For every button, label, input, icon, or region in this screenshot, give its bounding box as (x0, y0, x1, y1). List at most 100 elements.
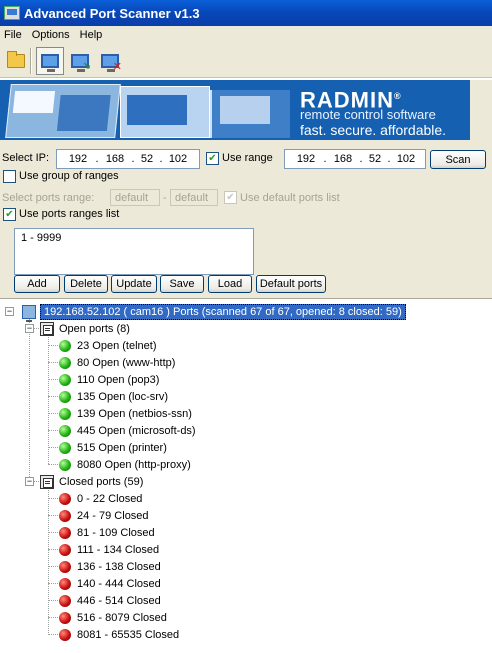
open-port-label: 445 Open (microsoft-ds) (77, 424, 196, 437)
use-ports-list-checkbox[interactable]: ✔ (3, 208, 16, 221)
open-status-icon (59, 339, 71, 352)
results-tree[interactable]: − 192.168.52.102 ( cam16 ) Ports (scanne… (0, 298, 492, 653)
closed-port-label: 516 - 8079 Closed (77, 611, 167, 624)
closed-port-row[interactable]: 8081 - 65535 Closed (59, 626, 179, 643)
closed-status-icon (59, 526, 71, 539)
list-item[interactable]: 1 - 9999 (15, 229, 253, 244)
closed-group-label: Closed ports (59) (59, 475, 144, 488)
closed-group-collapse-toggle[interactable]: − (25, 477, 34, 486)
open-ports-group[interactable]: Open ports (8) (40, 320, 130, 337)
window-title: Advanced Port Scanner v1.3 (24, 5, 200, 21)
use-range-label: Use range (222, 152, 273, 164)
closed-port-row[interactable]: 0 - 22 Closed (59, 490, 142, 507)
use-default-ports-label: Use default ports list (240, 192, 340, 204)
closed-status-icon (59, 594, 71, 607)
closed-port-row[interactable]: 140 - 444 Closed (59, 575, 161, 592)
closed-port-label: 81 - 109 Closed (77, 526, 155, 539)
start-ip-input[interactable]: 192. 168. 52. 102 (56, 149, 200, 169)
tree-line (48, 490, 49, 635)
host-label: 192.168.52.102 ( cam16 ) Ports (scanned … (40, 303, 406, 320)
open-port-label: 23 Open (telnet) (77, 339, 157, 352)
menu-bar: File Options Help (0, 26, 492, 44)
closed-port-row[interactable]: 446 - 514 Closed (59, 592, 161, 609)
select-ip-label: Select IP: (2, 152, 50, 164)
host-node[interactable]: 192.168.52.102 ( cam16 ) Ports (scanned … (22, 303, 406, 322)
delete-button[interactable]: Delete (64, 275, 108, 293)
closed-status-icon (59, 577, 71, 590)
banner-margin (470, 80, 492, 140)
closed-port-row[interactable]: 24 - 79 Closed (59, 507, 149, 524)
open-port-row[interactable]: 23 Open (telnet) (59, 337, 157, 354)
end-ip-input[interactable]: 192. 168. 52. 102 (284, 149, 426, 169)
tree-line (48, 362, 58, 363)
menu-file[interactable]: File (0, 29, 28, 41)
tree-line (48, 566, 58, 567)
closed-port-row[interactable]: 516 - 8079 Closed (59, 609, 167, 626)
open-port-row[interactable]: 8080 Open (http-proxy) (59, 456, 191, 473)
banner-tagline: remote control software (300, 107, 436, 122)
tree-line (48, 515, 58, 516)
tree-line (48, 583, 58, 584)
port-from-input[interactable]: default (110, 189, 160, 206)
open-port-row[interactable]: 110 Open (pop3) (59, 371, 159, 388)
banner-slogan: fast. secure. affordable. (300, 122, 447, 138)
scan-button[interactable]: Scan (430, 150, 486, 169)
menu-options[interactable]: Options (28, 29, 76, 41)
save-button[interactable]: Save (160, 275, 204, 293)
open-port-row[interactable]: 80 Open (www-http) (59, 354, 175, 371)
closed-port-label: 446 - 514 Closed (77, 594, 161, 607)
open-port-row[interactable]: 139 Open (netbios-ssn) (59, 405, 192, 422)
update-button[interactable]: Update (111, 275, 157, 293)
closed-port-row[interactable]: 136 - 138 Closed (59, 558, 161, 575)
stop-scan-button[interactable]: ✕ (96, 47, 124, 75)
radmin-banner[interactable]: RADMIN® remote control software fast. se… (0, 80, 470, 140)
scan-network-button[interactable]: ↘ (66, 47, 94, 75)
use-default-ports-checkbox[interactable]: ✔ (224, 191, 237, 204)
menu-help[interactable]: Help (76, 29, 109, 41)
ports-ranges-list[interactable]: 1 - 9999 (14, 228, 254, 275)
add-button[interactable]: Add (14, 275, 60, 293)
open-port-row[interactable]: 135 Open (loc-srv) (59, 388, 168, 405)
open-group-collapse-toggle[interactable]: − (25, 324, 34, 333)
use-group-label: Use group of ranges (19, 170, 119, 182)
tree-line (29, 319, 30, 481)
open-status-icon (59, 407, 71, 420)
banner-screenshot-image (5, 84, 121, 138)
closed-status-icon (59, 560, 71, 573)
use-group-checkbox[interactable] (3, 170, 16, 183)
toolbar: ↘ ✕ (0, 44, 492, 78)
open-port-row[interactable]: 515 Open (printer) (59, 439, 167, 456)
default-ports-button[interactable]: Default ports (256, 275, 326, 293)
open-status-icon (59, 441, 71, 454)
open-port-label: 8080 Open (http-proxy) (77, 458, 191, 471)
closed-port-row[interactable]: 111 - 134 Closed (59, 541, 159, 558)
closed-ports-group[interactable]: Closed ports (59) (40, 473, 143, 490)
closed-port-label: 136 - 138 Closed (77, 560, 161, 573)
closed-port-label: 0 - 22 Closed (77, 492, 143, 505)
load-button[interactable]: Load (208, 275, 252, 293)
open-port-label: 80 Open (www-http) (77, 356, 176, 369)
tree-line (48, 549, 58, 550)
closed-port-label: 24 - 79 Closed (77, 509, 149, 522)
closed-port-label: 111 - 134 Closed (77, 543, 160, 556)
port-group-icon (40, 474, 54, 489)
closed-port-label: 140 - 444 Closed (77, 577, 161, 590)
open-port-row[interactable]: 445 Open (microsoft-ds) (59, 422, 196, 439)
app-icon (4, 6, 20, 20)
port-to-input[interactable]: default (170, 189, 218, 206)
arrow-icon: ↘ (82, 61, 91, 72)
ports-range-label: Select ports range: (2, 192, 95, 204)
open-button[interactable] (2, 47, 30, 75)
host-collapse-toggle[interactable]: − (5, 307, 14, 316)
use-range-checkbox[interactable]: ✔ (206, 152, 219, 165)
tree-line (48, 379, 58, 380)
closed-status-icon (59, 628, 71, 641)
open-status-icon (59, 424, 71, 437)
open-port-label: 135 Open (loc-srv) (77, 390, 169, 403)
tree-line (48, 464, 58, 465)
tree-line (48, 345, 58, 346)
closed-port-row[interactable]: 81 - 109 Closed (59, 524, 155, 541)
tree-line (48, 447, 58, 448)
tree-line (48, 532, 58, 533)
scan-computer-button[interactable] (36, 47, 64, 75)
